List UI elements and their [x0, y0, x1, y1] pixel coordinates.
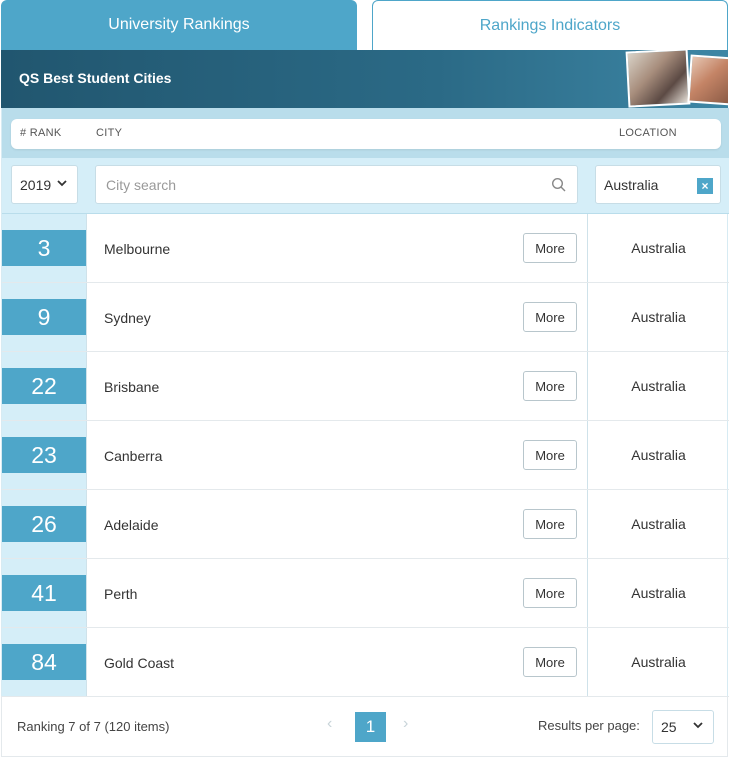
filter-bar: 2019 City search Australia × — [2, 158, 729, 214]
header-city[interactable]: CITY — [96, 127, 122, 139]
location-filter-value: Australia — [604, 176, 659, 193]
results-per-page-label: Results per page: — [538, 718, 640, 733]
chevron-down-icon — [57, 179, 67, 190]
tab-bar: University Rankings Rankings Indicators — [0, 0, 729, 50]
banner-title: QS Best Student Cities — [19, 70, 172, 86]
location-value: Australia — [631, 654, 686, 670]
clear-location-icon[interactable]: × — [697, 178, 713, 194]
city-name[interactable]: Gold Coast — [104, 655, 174, 671]
rank-value: 23 — [2, 437, 86, 473]
prev-page-icon[interactable]: ‹ — [327, 715, 332, 733]
city-search-input[interactable]: City search — [95, 165, 578, 204]
banner-photo-student — [625, 50, 691, 108]
table-row: 41 Perth More Australia — [2, 559, 729, 628]
table-row: 26 Adelaide More Australia — [2, 490, 729, 559]
table-row: 3 Melbourne More Australia — [2, 214, 729, 283]
rank-value: 26 — [2, 506, 86, 542]
more-button[interactable]: More — [523, 578, 577, 608]
results-per-page-select[interactable]: 25 — [652, 710, 714, 744]
city-name[interactable]: Sydney — [104, 310, 151, 326]
results-per-page-value: 25 — [661, 719, 677, 735]
location-filter[interactable]: Australia × — [595, 165, 721, 204]
more-button[interactable]: More — [523, 647, 577, 677]
table-row: 23 Canberra More Australia — [2, 421, 729, 490]
next-page-icon[interactable]: › — [403, 715, 408, 733]
city-search-placeholder: City search — [106, 176, 177, 193]
rank-value: 3 — [2, 230, 86, 266]
tab-rankings-indicators[interactable]: Rankings Indicators — [372, 0, 728, 50]
rankings-banner: QS Best Student Cities — [1, 50, 728, 108]
rank-value: 22 — [2, 368, 86, 404]
city-name[interactable]: Melbourne — [104, 241, 170, 257]
city-name[interactable]: Perth — [104, 586, 137, 602]
location-value: Australia — [631, 309, 686, 325]
table-footer: Ranking 7 of 7 (120 items) ‹ 1 › Results… — [1, 696, 728, 757]
more-button[interactable]: More — [523, 233, 577, 263]
rank-value: 41 — [2, 575, 86, 611]
rank-value: 9 — [2, 299, 86, 335]
header-rank[interactable]: # RANK — [20, 127, 62, 139]
banner-photo-hands — [687, 54, 728, 106]
rank-value: 84 — [2, 644, 86, 680]
location-value: Australia — [631, 447, 686, 463]
location-value: Australia — [631, 240, 686, 256]
table-row: 22 Brisbane More Australia — [2, 352, 729, 421]
table-row: 84 Gold Coast More Australia — [2, 628, 729, 697]
year-select[interactable]: 2019 — [11, 165, 78, 204]
more-button[interactable]: More — [523, 371, 577, 401]
city-name[interactable]: Adelaide — [104, 517, 159, 533]
page-number-button[interactable]: 1 — [355, 712, 386, 742]
year-select-value: 2019 — [20, 176, 52, 193]
table-body: 3 Melbourne More Australia 9 Sydney More Austra… — [2, 214, 729, 697]
header-location[interactable]: LOCATION — [619, 127, 677, 139]
chevron-down-icon — [693, 721, 703, 732]
more-button[interactable]: More — [523, 440, 577, 470]
table-header: # RANK CITY LOCATION — [2, 108, 729, 158]
location-value: Australia — [631, 378, 686, 394]
more-button[interactable]: More — [523, 302, 577, 332]
more-button[interactable]: More — [523, 509, 577, 539]
tab-university-rankings[interactable]: University Rankings — [1, 0, 357, 50]
location-value: Australia — [631, 585, 686, 601]
city-name[interactable]: Canberra — [104, 448, 162, 464]
search-icon[interactable] — [551, 177, 567, 193]
rankings-table: # RANK CITY LOCATION 2019 City search Au… — [1, 108, 729, 697]
ranking-info: Ranking 7 of 7 (120 items) — [17, 719, 170, 734]
location-value: Australia — [631, 516, 686, 532]
table-row: 9 Sydney More Australia — [2, 283, 729, 352]
city-name[interactable]: Brisbane — [104, 379, 159, 395]
